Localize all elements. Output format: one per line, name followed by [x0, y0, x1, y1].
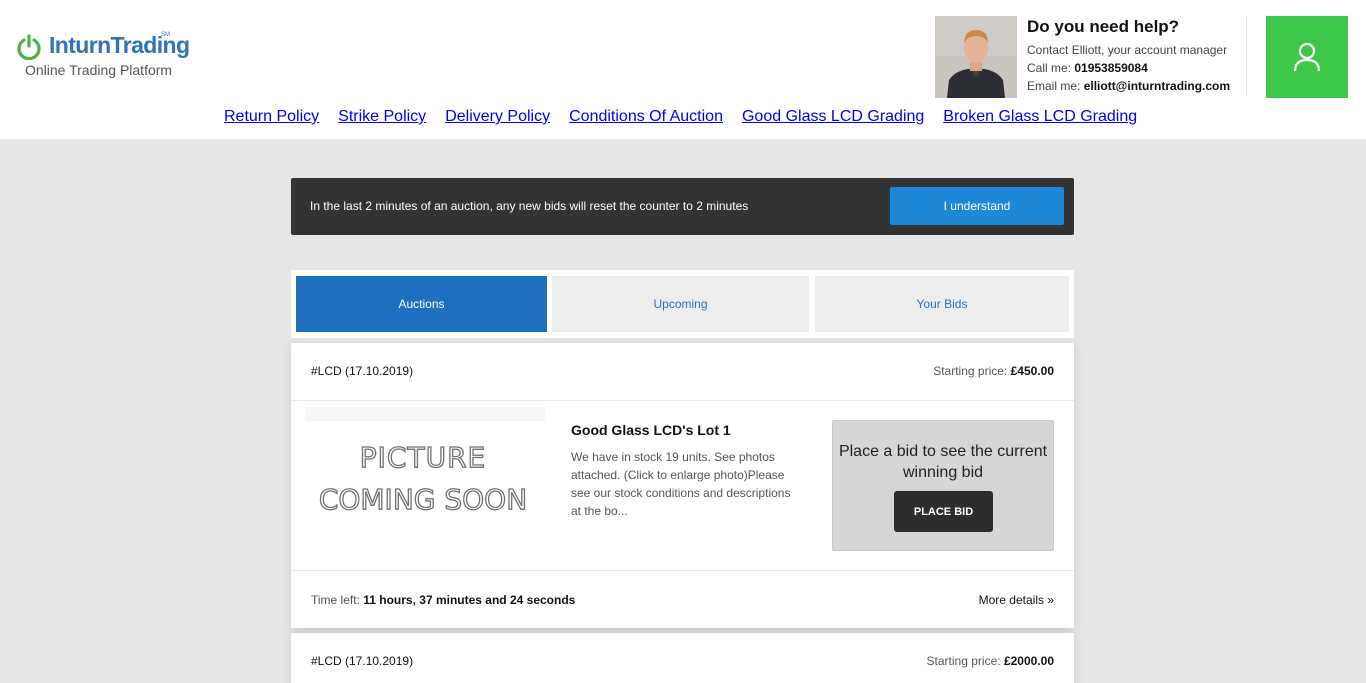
starting-price-label: Starting price:	[926, 654, 1001, 668]
lot-image-placeholder[interactable]: PICTURE COMING SOON	[295, 401, 551, 571]
i-understand-button[interactable]: I understand	[890, 187, 1064, 225]
nav-broken-glass-grading[interactable]: Broken Glass LCD Grading	[943, 108, 1137, 126]
auction-lot-card: #LCD (17.10.2019) Starting price: £2000.…	[291, 633, 1074, 683]
starting-price-label: Starting price:	[933, 364, 1008, 378]
email-address[interactable]: elliott@inturntrading.com	[1084, 79, 1230, 93]
help-title: Do you need help?	[1027, 17, 1180, 36]
service-mark: SM	[161, 32, 170, 38]
help-phone: Call me: 01953859084	[1027, 61, 1148, 75]
phone-number[interactable]: 01953859084	[1074, 61, 1147, 75]
nav-strike-policy[interactable]: Strike Policy	[338, 108, 426, 126]
user-icon	[1293, 42, 1321, 72]
logo[interactable]: InturnTrading SM Online Trading Platform	[16, 32, 190, 82]
help-email: Email me: elliott@inturntrading.com	[1027, 79, 1230, 93]
header: InturnTrading SM Online Trading Platform…	[0, 0, 1366, 139]
policy-nav: Return Policy Strike Policy Delivery Pol…	[224, 108, 1137, 126]
more-details-link[interactable]: More details »	[979, 593, 1054, 607]
nav-delivery-policy[interactable]: Delivery Policy	[445, 108, 550, 126]
nav-return-policy[interactable]: Return Policy	[224, 108, 319, 126]
faint-watermark	[305, 407, 545, 421]
phone-label: Call me:	[1027, 61, 1072, 75]
time-left-label: Time left:	[311, 593, 360, 607]
placeholder-line-1: PICTURE	[359, 440, 487, 474]
divider	[291, 570, 1074, 571]
nav-good-glass-grading[interactable]: Good Glass LCD Grading	[742, 108, 924, 126]
nav-conditions-of-auction[interactable]: Conditions Of Auction	[569, 108, 723, 126]
lot-id: #LCD (17.10.2019)	[311, 654, 414, 668]
lot-title[interactable]: Good Glass LCD's Lot 1	[571, 422, 731, 438]
power-logo-icon	[17, 34, 41, 60]
place-bid-button[interactable]: PLACE BID	[894, 491, 993, 532]
notice-text: In the last 2 minutes of an auction, any…	[310, 199, 749, 213]
bid-reset-notice: In the last 2 minutes of an auction, any…	[291, 178, 1074, 235]
auction-tabs: Auctions Upcoming Your Bids	[291, 270, 1074, 338]
email-label: Email me:	[1027, 79, 1081, 93]
account-button[interactable]	[1266, 16, 1348, 98]
bid-prompt: Place a bid to see the current winning b…	[838, 443, 1048, 481]
starting-price: Starting price: £450.00	[933, 364, 1054, 378]
starting-price-value: £450.00	[1010, 364, 1054, 378]
time-left: Time left: 11 hours, 37 minutes and 24 s…	[311, 593, 575, 607]
divider	[1246, 16, 1247, 96]
starting-price: Starting price: £2000.00	[927, 654, 1054, 668]
time-left-value: 11 hours, 37 minutes and 24 seconds	[363, 593, 576, 607]
help-contact: Contact Elliott, your account manager	[1027, 43, 1228, 57]
tab-auctions[interactable]: Auctions	[296, 276, 547, 332]
lot-description: We have in stock 19 units. See photos at…	[571, 450, 791, 518]
account-manager-photo	[935, 16, 1017, 98]
brand-tagline: Online Trading Platform	[25, 62, 173, 78]
bid-panel: Place a bid to see the current winning b…	[832, 420, 1054, 551]
tab-upcoming[interactable]: Upcoming	[552, 276, 809, 332]
placeholder-line-2: COMING SOON	[318, 482, 528, 516]
starting-price-value: £2000.00	[1003, 654, 1054, 668]
tab-your-bids[interactable]: Your Bids	[815, 276, 1069, 332]
auction-lot-card: #LCD (17.10.2019) Starting price: £450.0…	[291, 343, 1074, 628]
lot-id: #LCD (17.10.2019)	[311, 364, 414, 378]
